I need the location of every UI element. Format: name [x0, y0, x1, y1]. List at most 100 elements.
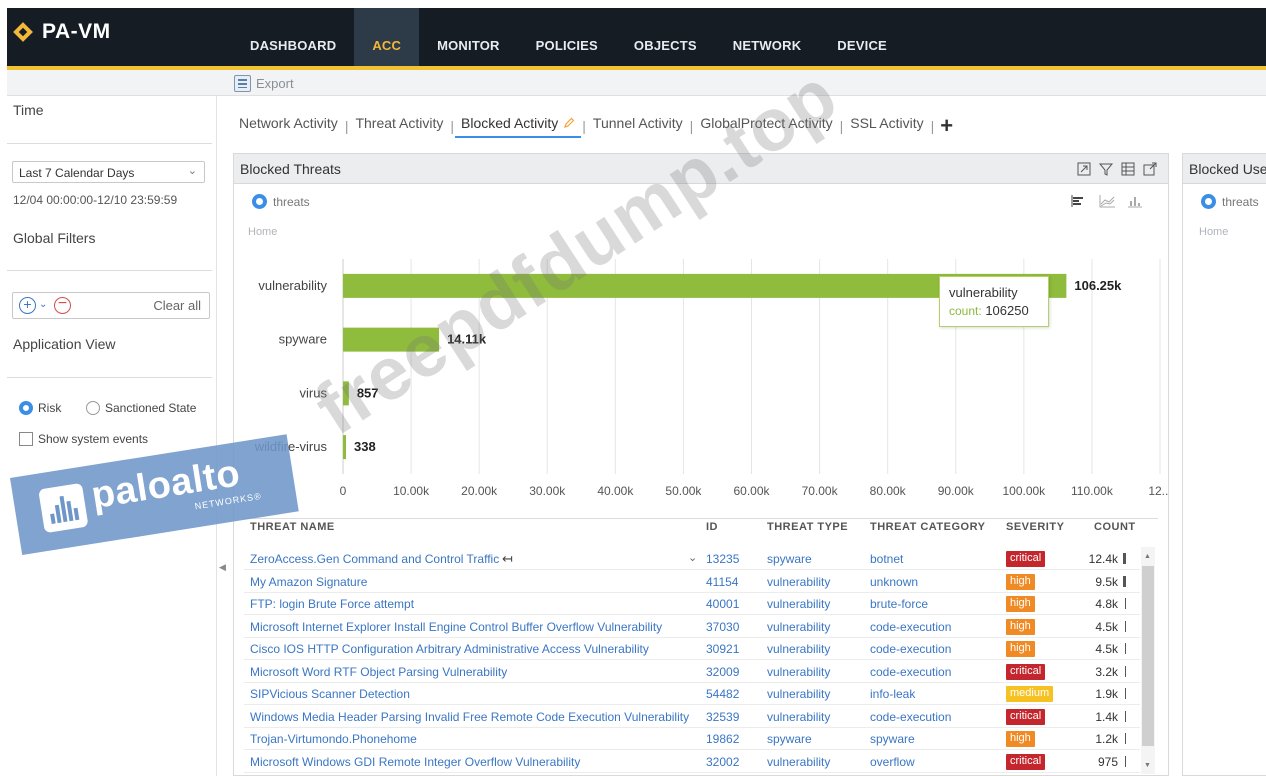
risk-radio[interactable]: [19, 401, 33, 415]
chevron-down-icon[interactable]: ⌄: [39, 299, 47, 310]
jump-icon[interactable]: [1076, 161, 1092, 177]
tab-blocked-activity[interactable]: Blocked Activity: [455, 114, 582, 138]
threat-id[interactable]: 37030: [706, 620, 739, 634]
col-header-count[interactable]: COUNT: [1094, 521, 1136, 533]
col-header-id[interactable]: ID: [706, 521, 718, 533]
sanctioned-state-radio[interactable]: [86, 401, 100, 415]
table-row[interactable]: FTP: login Brute Force attempt 40001 vulne…: [244, 593, 1140, 615]
collapse-panel-icon[interactable]: ◀: [219, 562, 226, 573]
bar-spyware[interactable]: [343, 327, 440, 352]
nav-network[interactable]: NETWORK: [715, 8, 820, 66]
threat-id[interactable]: 54482: [706, 687, 739, 701]
threat-type[interactable]: vulnerability: [767, 642, 830, 656]
column-chart-icon[interactable]: [1126, 194, 1144, 208]
table-row[interactable]: Trojan-Virtumondo.Phonehome 19862 spyware s…: [244, 728, 1140, 750]
threat-category[interactable]: unknown: [870, 575, 918, 589]
tab-tunnel-activity[interactable]: Tunnel Activity: [587, 114, 689, 138]
area-chart-icon[interactable]: [1098, 194, 1116, 208]
show-system-events-checkbox[interactable]: [19, 432, 33, 446]
threat-type[interactable]: vulnerability: [767, 597, 830, 611]
threat-id[interactable]: 32009: [706, 665, 739, 679]
threat-type[interactable]: vulnerability: [767, 575, 830, 589]
threat-name-link[interactable]: Microsoft Internet Explorer Install Engi…: [250, 620, 662, 634]
threat-name-link[interactable]: Cisco IOS HTTP Configuration Arbitrary A…: [250, 642, 649, 656]
nav-device[interactable]: DEVICE: [819, 8, 905, 66]
threat-type[interactable]: vulnerability: [767, 710, 830, 724]
popout-icon[interactable]: [1142, 161, 1158, 177]
remove-filter-icon[interactable]: −: [54, 296, 71, 314]
breadcrumb-home[interactable]: Home: [248, 226, 277, 238]
scroll-down-icon[interactable]: ▼: [1144, 762, 1151, 769]
threat-category[interactable]: code-execution: [870, 642, 951, 656]
threat-id[interactable]: 30921: [706, 642, 739, 656]
col-header-severity[interactable]: SEVERITY: [1006, 521, 1064, 533]
threat-type[interactable]: vulnerability: [767, 665, 830, 679]
table-row[interactable]: Windows Media Header Parsing Invalid Fre…: [244, 706, 1140, 728]
table-row[interactable]: Cisco IOS HTTP Configuration Arbitrary A…: [244, 638, 1140, 660]
table-icon[interactable]: [1120, 161, 1136, 177]
threat-type[interactable]: vulnerability: [767, 620, 830, 634]
threat-category[interactable]: brute-force: [870, 597, 928, 611]
tab-ssl-activity[interactable]: SSL Activity: [844, 114, 929, 138]
add-filter-icon[interactable]: +: [19, 297, 36, 314]
threat-name-link[interactable]: Windows Media Header Parsing Invalid Fre…: [250, 710, 689, 724]
threat-name-link[interactable]: Microsoft Windows GDI Remote Integer Ove…: [250, 755, 580, 769]
threat-name-link[interactable]: My Amazon Signature: [250, 575, 367, 589]
table-row[interactable]: SIPVicious Scanner Detection 54482 vulnera…: [244, 683, 1140, 705]
clear-all-link[interactable]: Clear all: [153, 298, 201, 313]
col-header-threat-name[interactable]: THREAT NAME: [250, 521, 335, 533]
legend-threats[interactable]: threats: [252, 194, 310, 209]
threat-name-link[interactable]: ZeroAccess.Gen Command and Control Traff…: [250, 552, 499, 566]
chevron-down-icon[interactable]: ⌄: [688, 551, 697, 564]
legend-threats[interactable]: threats: [1201, 194, 1259, 209]
table-row[interactable]: Microsoft Internet Explorer Install Engi…: [244, 616, 1140, 638]
threat-category[interactable]: code-execution: [870, 620, 951, 634]
nav-policies[interactable]: POLICIES: [518, 8, 616, 66]
threat-id[interactable]: 19862: [706, 732, 739, 746]
bar-wildfire-virus[interactable]: [343, 435, 346, 460]
threat-category[interactable]: info-leak: [870, 687, 915, 701]
threat-id[interactable]: 13235: [706, 552, 739, 566]
col-header-threat-category[interactable]: THREAT CATEGORY: [870, 521, 985, 533]
threat-type[interactable]: vulnerability: [767, 687, 830, 701]
col-header-threat-type[interactable]: THREAT TYPE: [767, 521, 848, 533]
threat-category[interactable]: overflow: [870, 755, 915, 769]
nav-acc[interactable]: ACC: [354, 8, 420, 66]
threat-category[interactable]: botnet: [870, 552, 903, 566]
threat-category[interactable]: code-execution: [870, 710, 951, 724]
table-row[interactable]: ZeroAccess.Gen Command and Control Traff…: [244, 548, 1140, 570]
add-filter-icon[interactable]: ↤: [502, 551, 513, 567]
bar-virus[interactable]: [343, 381, 349, 406]
time-range-select[interactable]: Last 7 Calendar Days ⌄: [12, 161, 205, 183]
nav-monitor[interactable]: MONITOR: [419, 8, 518, 66]
table-row[interactable]: Microsoft Windows GDI Remote Integer Ove…: [244, 751, 1140, 773]
threat-category[interactable]: spyware: [870, 732, 915, 746]
add-tab-icon[interactable]: +: [935, 115, 953, 137]
threat-id[interactable]: 41154: [706, 575, 738, 589]
threat-type[interactable]: spyware: [767, 552, 812, 566]
tab-network-activity[interactable]: Network Activity: [239, 114, 344, 138]
table-row[interactable]: My Amazon Signature 41154 vulnerability unk…: [244, 571, 1140, 593]
threat-id[interactable]: 32002: [706, 755, 739, 769]
export-button[interactable]: Export: [234, 75, 294, 92]
pencil-icon[interactable]: [563, 115, 575, 128]
tab-threat-activity[interactable]: Threat Activity: [349, 114, 449, 138]
threat-name-link[interactable]: SIPVicious Scanner Detection: [250, 687, 410, 701]
table-row[interactable]: Microsoft Word RTF Object Parsing Vulner…: [244, 661, 1140, 683]
nav-dashboard[interactable]: DASHBOARD: [232, 8, 354, 66]
threat-type[interactable]: vulnerability: [767, 755, 830, 769]
bar-chart-icon[interactable]: [1070, 194, 1088, 208]
threat-name-link[interactable]: Microsoft Word RTF Object Parsing Vulner…: [250, 665, 507, 679]
threat-id[interactable]: 32539: [706, 710, 739, 724]
breadcrumb-home[interactable]: Home: [1199, 226, 1228, 238]
nav-objects[interactable]: OBJECTS: [616, 8, 715, 66]
scroll-up-icon[interactable]: ▲: [1144, 553, 1151, 560]
threat-category[interactable]: code-execution: [870, 665, 951, 679]
filter-icon[interactable]: [1098, 161, 1114, 177]
threat-name-link[interactable]: Trojan-Virtumondo.Phonehome: [250, 732, 417, 746]
scrollbar-thumb[interactable]: [1142, 566, 1154, 746]
threat-id[interactable]: 40001: [706, 597, 739, 611]
threat-name-link[interactable]: FTP: login Brute Force attempt: [250, 597, 414, 611]
tab-globalprotect-activity[interactable]: GlobalProtect Activity: [694, 114, 838, 138]
threat-type[interactable]: spyware: [767, 732, 812, 746]
